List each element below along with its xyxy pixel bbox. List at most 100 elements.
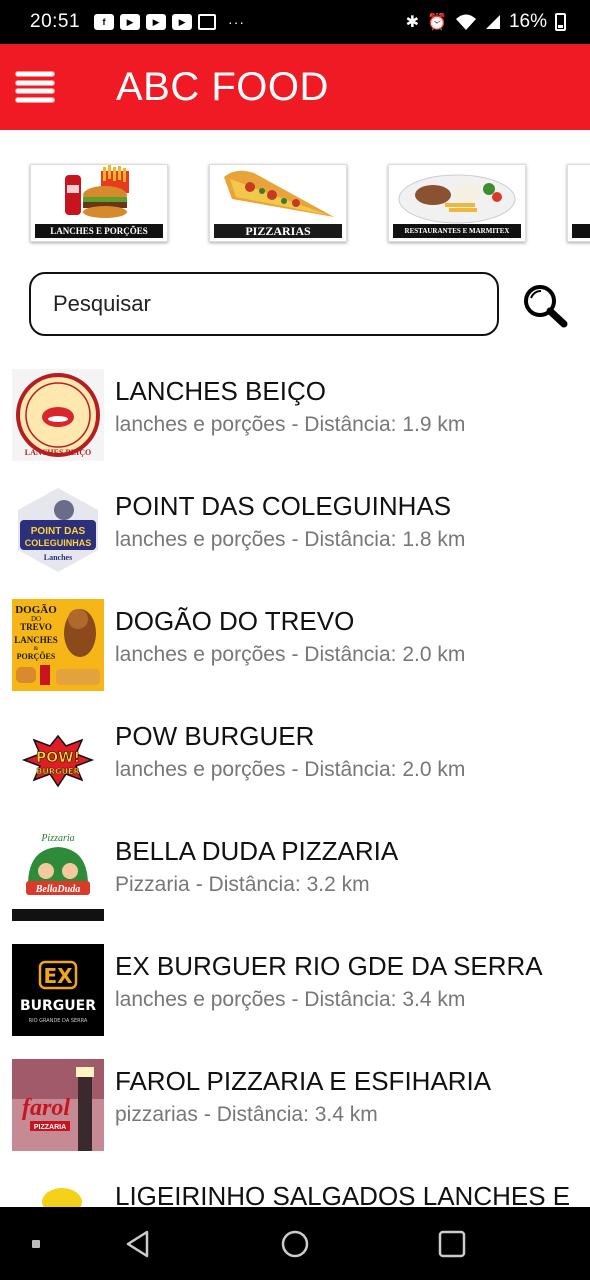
restaurant-row[interactable]: LANCHES BEIÇO LANCHES BEIÇO lanches e po…: [0, 356, 590, 471]
restaurant-info: lanches e porções - Distância: 1.9 km: [115, 413, 465, 437]
logo-text: POINT DAS: [31, 526, 86, 537]
logo-text: COLEGUINHAS: [25, 538, 92, 548]
logo-text: BURGUER: [20, 998, 96, 1014]
restaurant-row[interactable]: EX BURGUER RIO GRANDE DA SERRA EX BURGUE…: [0, 931, 590, 1046]
restaurant-name: EX BURGUER RIO GDE DA SERRA: [115, 951, 543, 981]
pizza-slice-image: [210, 165, 346, 227]
search-box: [29, 272, 499, 336]
restaurant-info: pizzarias - Distância: 3.4 km: [115, 1103, 378, 1127]
battery-percent: 16%: [508, 11, 547, 32]
home-button[interactable]: [255, 1207, 335, 1280]
logo-text: POW!: [36, 750, 80, 766]
restaurant-info: lanches e porções - Distância: 1.8 km: [115, 528, 465, 552]
youtube-icon: ▶: [172, 14, 193, 30]
logo-text: RIO GRANDE DA SERRA: [29, 1018, 88, 1024]
restaurant-name: POW BURGUER: [115, 721, 315, 751]
plate-meal-image: [389, 165, 525, 227]
restaurant-row[interactable]: DOGÃO DO TREVO LANCHES & PORÇÕES DOGÃO D…: [0, 586, 590, 701]
restaurant-category: pizzarias: [115, 1103, 198, 1126]
recents-button[interactable]: [412, 1207, 492, 1280]
category-carousel[interactable]: LANCHES E PORÇÕES PIZZARIAS RESTAURANTES…: [0, 160, 590, 246]
restaurant-distance: - Distância: 2.0 km: [291, 758, 466, 781]
menu-icon[interactable]: [16, 72, 54, 102]
system-nav-bar: [0, 1207, 590, 1280]
app-title: ABC FOOD: [116, 64, 329, 109]
burger-fries-image: [31, 165, 167, 227]
category-label: LANCHES E PORÇÕES: [35, 224, 163, 238]
logo-text: PORÇÕES: [17, 651, 56, 661]
bluetooth-icon: ✱: [405, 14, 420, 31]
restaurant-category: lanches e porções: [115, 988, 286, 1011]
logo-text: Lanches: [44, 553, 72, 562]
signal-icon: [485, 15, 500, 29]
back-icon: [126, 1230, 149, 1257]
logo-text: BURGUER: [36, 767, 79, 776]
system-icons: ✱ ⏰ 16%: [406, 11, 566, 33]
logo-text: farol: [22, 1095, 70, 1121]
restaurant-name: POINT DAS COLEGUINHAS: [115, 491, 452, 521]
wifi-icon: [455, 14, 476, 30]
category-pizzarias[interactable]: PIZZARIAS: [209, 164, 347, 242]
restaurant-name: DOGÃO DO TREVO: [115, 606, 355, 636]
facebook-icon: f: [94, 14, 115, 30]
restaurant-distance: - Distância: 1.8 km: [291, 528, 466, 551]
logo-text: BellaDuda: [35, 884, 80, 895]
restaurant-row[interactable]: farol PIZZARIA FAROL PIZZARIA E ESFIHARI…: [0, 1046, 590, 1161]
restaurant-category: lanches e porções: [115, 528, 286, 551]
category-lanches[interactable]: LANCHES E PORÇÕES: [30, 164, 168, 242]
restaurant-logo-bella-duda: Pizzaria BellaDuda: [12, 829, 104, 921]
category-label: RESTAURANTES E MARMITEX: [393, 224, 521, 238]
restaurant-category: Pizzaria: [115, 873, 190, 896]
restaurant-name: BELLA DUDA PIZZARIA: [115, 836, 399, 866]
logo-text: LANCHES BEIÇO: [25, 448, 91, 457]
recents-icon: [438, 1230, 466, 1257]
restaurant-list: LANCHES BEIÇO LANCHES BEIÇO lanches e po…: [0, 356, 590, 1276]
restaurant-category: lanches e porções: [115, 413, 286, 436]
restaurant-info: lanches e porções - Distância: 3.4 km: [115, 988, 465, 1012]
restaurant-name: FAROL PIZZARIA E ESFIHARIA: [115, 1066, 492, 1096]
search-icon[interactable]: [520, 282, 570, 330]
youtube-icon: ▶: [120, 14, 141, 30]
restaurant-row[interactable]: Pizzaria BellaDuda BELLA DUDA PIZZARIA P…: [0, 816, 590, 931]
restaurant-distance: - Distância: 2.0 km: [291, 643, 466, 666]
search-input[interactable]: [31, 274, 497, 334]
youtube-icon: ▶: [146, 14, 167, 30]
image-icon: [198, 14, 217, 30]
restaurant-logo-dogao-do-trevo: DOGÃO DO TREVO LANCHES & PORÇÕES: [12, 599, 104, 691]
restaurant-row[interactable]: POINT DAS COLEGUINHAS Lanches POINT DAS …: [0, 471, 590, 586]
restaurant-logo-farol-pizzaria: farol PIZZARIA: [12, 1059, 104, 1151]
restaurant-info: lanches e porções - Distância: 2.0 km: [115, 758, 465, 782]
restaurant-logo-lanches-beico: LANCHES BEIÇO: [12, 369, 104, 461]
more-notifications-icon: ···: [228, 14, 246, 30]
logo-text: PIZZARIA: [34, 1124, 66, 1131]
back-button[interactable]: [98, 1207, 178, 1280]
restaurant-distance: - Distância: 3.2 km: [195, 873, 370, 896]
category-more[interactable]: [567, 164, 590, 242]
notification-icons: f ▶ ▶ ▶: [94, 14, 217, 30]
status-time: 20:51: [30, 11, 81, 32]
restaurant-logo-point-das-coleguinhas: POINT DAS COLEGUINHAS Lanches: [12, 484, 104, 576]
nav-dot-icon: [0, 1207, 76, 1280]
restaurant-category: lanches e porções: [115, 643, 286, 666]
category-label: [572, 224, 590, 238]
restaurant-row[interactable]: POW! BURGUER POW BURGUER lanches e porçõ…: [0, 701, 590, 816]
logo-text: LANCHES: [14, 635, 58, 645]
alarm-icon: ⏰: [427, 14, 447, 31]
category-label: PIZZARIAS: [214, 224, 342, 238]
restaurant-category: lanches e porções: [115, 758, 286, 781]
restaurant-logo-pow-burguer: POW! BURGUER: [12, 714, 104, 806]
home-icon: [281, 1230, 309, 1257]
restaurant-distance: - Distância: 3.4 km: [291, 988, 466, 1011]
status-bar: 20:51 f ▶ ▶ ▶ ··· ✱ ⏰ 16%: [0, 0, 590, 44]
restaurant-name: LANCHES BEIÇO: [115, 376, 326, 406]
restaurant-info: lanches e porções - Distância: 2.0 km: [115, 643, 465, 667]
battery-icon: [555, 13, 566, 31]
restaurant-info: Pizzaria - Distância: 3.2 km: [115, 873, 370, 897]
restaurant-distance: - Distância: 3.4 km: [203, 1103, 378, 1126]
app-bar: ABC FOOD: [0, 44, 590, 130]
logo-text: TREVO: [20, 622, 52, 632]
logo-text: Pizzaria: [40, 833, 74, 844]
restaurant-logo-ex-burguer: EX BURGUER RIO GRANDE DA SERRA: [12, 944, 104, 1036]
category-restaurantes[interactable]: RESTAURANTES E MARMITEX: [388, 164, 526, 242]
logo-text: EX: [43, 964, 73, 988]
